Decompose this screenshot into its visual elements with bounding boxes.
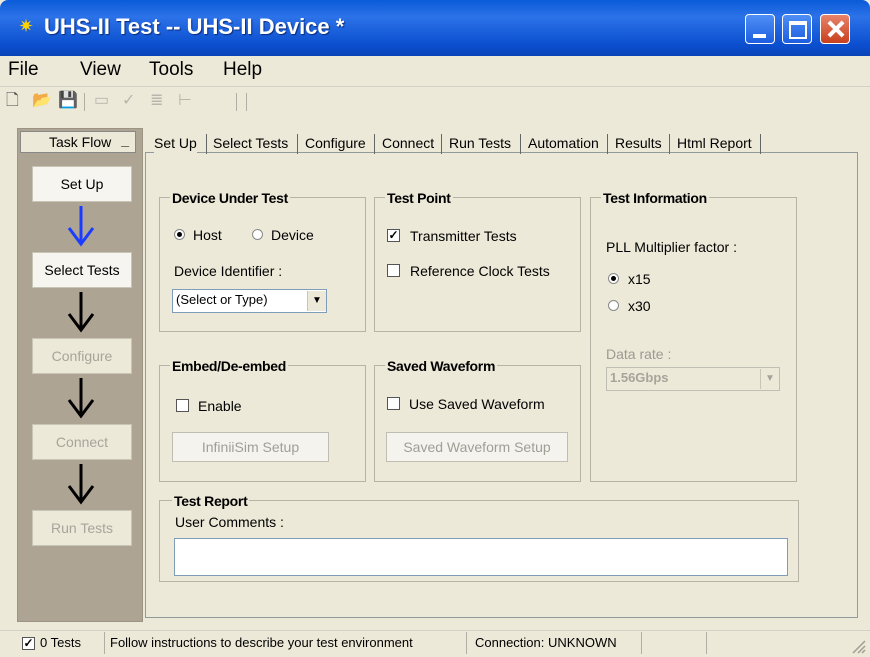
- collapse-icon[interactable]: _: [121, 130, 129, 150]
- saved-waveform-group: [374, 365, 581, 482]
- device-identifier-label: Device Identifier :: [174, 263, 283, 279]
- tab-html-report[interactable]: Html Report: [677, 132, 752, 154]
- user-comments-label: User Comments :: [175, 514, 284, 530]
- transmitter-tests-label: Transmitter Tests: [410, 228, 517, 244]
- transmitter-tests-checkbox[interactable]: ✓: [387, 229, 400, 242]
- infiniisim-setup-button[interactable]: InfiniiSim Setup: [172, 432, 329, 462]
- enable-checkbox[interactable]: [176, 399, 189, 412]
- tab-automation[interactable]: Automation: [528, 132, 599, 154]
- test-information-title: Test Information: [601, 190, 709, 206]
- task-flow-title: Task Flow: [49, 134, 112, 150]
- tab-separator: [441, 134, 442, 154]
- step-connect[interactable]: Connect: [32, 424, 132, 460]
- data-rate-value: 1.56Gbps: [610, 370, 669, 385]
- toolbar-separator: [246, 93, 247, 111]
- tab-results[interactable]: Results: [615, 132, 662, 154]
- tests-count: 0 Tests: [40, 632, 105, 654]
- x15-radio[interactable]: [608, 273, 619, 284]
- tab-separator: [760, 134, 761, 154]
- tab-separator: [206, 134, 207, 154]
- embed-deembed-group: [159, 365, 366, 482]
- data-rate-label: Data rate :: [606, 346, 672, 362]
- device-label: Device: [271, 227, 314, 243]
- menu-help[interactable]: Help: [223, 58, 262, 82]
- tab-separator: [374, 134, 375, 154]
- close-button[interactable]: [820, 14, 850, 44]
- use-saved-waveform-label: Use Saved Waveform: [409, 396, 545, 412]
- reference-clock-tests-label: Reference Clock Tests: [410, 263, 550, 279]
- app-icon: ✷: [18, 16, 34, 36]
- step-run-tests[interactable]: Run Tests: [32, 510, 132, 546]
- tab-separator: [297, 134, 298, 154]
- menu-tools[interactable]: Tools: [149, 58, 193, 82]
- embed-deembed-title: Embed/De-embed: [170, 358, 289, 374]
- saved-waveform-setup-button[interactable]: Saved Waveform Setup: [386, 432, 568, 462]
- tab-set-up[interactable]: Set Up: [154, 132, 197, 154]
- step-select-tests[interactable]: Select Tests: [32, 252, 132, 288]
- tab-separator: [669, 134, 670, 154]
- device-under-test-title: Device Under Test: [170, 190, 291, 206]
- step-configure[interactable]: Configure: [32, 338, 132, 374]
- device-identifier-value: (Select or Type): [176, 292, 268, 307]
- checkmark-icon[interactable]: ✓: [122, 91, 135, 111]
- task-flow-header[interactable]: Task Flow _: [20, 131, 136, 153]
- use-saved-waveform-checkbox[interactable]: [387, 397, 400, 410]
- tab-select-tests[interactable]: Select Tests: [213, 132, 288, 154]
- list-icon[interactable]: ≣: [150, 91, 163, 111]
- test-report-title: Test Report: [172, 493, 250, 509]
- tests-checkbox[interactable]: ✓: [22, 637, 35, 650]
- tab-separator: [520, 134, 521, 154]
- resize-grip-icon[interactable]: [850, 638, 866, 654]
- maximize-button[interactable]: [782, 14, 812, 44]
- menu-file[interactable]: File: [8, 58, 39, 82]
- device-identifier-combo[interactable]: (Select or Type) ▼: [172, 289, 327, 313]
- marker-icon[interactable]: ⊢: [178, 91, 192, 111]
- x30-radio[interactable]: [608, 300, 619, 311]
- run-icon[interactable]: ▭: [94, 91, 109, 111]
- tab-separator: [607, 134, 608, 154]
- enable-label: Enable: [198, 398, 242, 414]
- tab-connect[interactable]: Connect: [382, 132, 434, 154]
- open-folder-icon[interactable]: 📂: [32, 91, 52, 111]
- dropdown-arrow-icon[interactable]: ▼: [307, 291, 326, 311]
- save-icon[interactable]: 💾: [58, 91, 78, 111]
- arrow-down-icon: [67, 292, 95, 333]
- tab-configure[interactable]: Configure: [305, 132, 366, 154]
- host-radio[interactable]: [174, 229, 185, 240]
- toolbar-separator: [84, 93, 85, 111]
- menu-bar: [0, 56, 870, 87]
- task-flow-panel: [17, 128, 143, 622]
- step-set-up[interactable]: Set Up: [32, 166, 132, 202]
- pll-multiplier-label: PLL Multiplier factor :: [606, 239, 737, 255]
- data-rate-combo[interactable]: 1.56Gbps ▼: [606, 367, 780, 391]
- menu-view[interactable]: View: [80, 58, 121, 82]
- reference-clock-tests-checkbox[interactable]: [387, 264, 400, 277]
- x30-label: x30: [628, 298, 651, 314]
- window-title: UHS-II Test -- UHS-II Device *: [44, 14, 345, 39]
- arrow-down-icon: [67, 464, 95, 505]
- minimize-button[interactable]: [745, 14, 775, 44]
- test-point-title: Test Point: [385, 190, 453, 206]
- arrow-down-icon: [67, 378, 95, 419]
- tab-run-tests[interactable]: Run Tests: [449, 132, 511, 154]
- new-file-icon[interactable]: 🗋: [6, 91, 19, 111]
- device-radio[interactable]: [252, 229, 263, 240]
- dropdown-arrow-icon[interactable]: ▼: [760, 369, 779, 389]
- status-panel-empty: [648, 632, 707, 654]
- arrow-down-icon: [67, 206, 95, 247]
- saved-waveform-title: Saved Waveform: [385, 358, 498, 374]
- x15-label: x15: [628, 271, 651, 287]
- connection-status: Connection: UNKNOWN: [475, 632, 642, 654]
- user-comments-input[interactable]: [174, 538, 788, 576]
- toolbar-separator: [236, 93, 237, 111]
- host-label: Host: [193, 227, 222, 243]
- status-message: Follow instructions to describe your tes…: [110, 632, 467, 654]
